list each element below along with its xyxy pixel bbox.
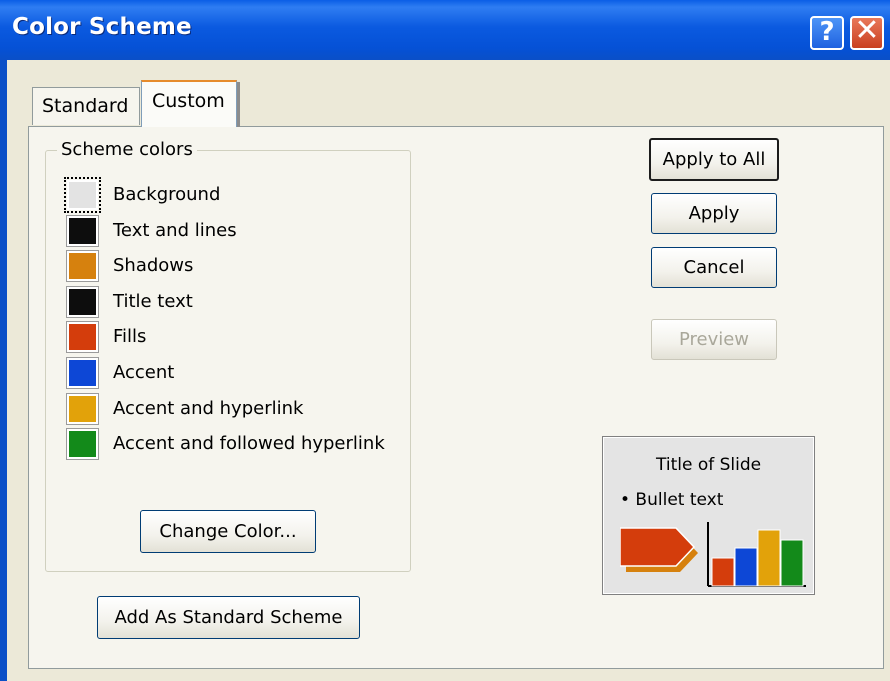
preview-bar bbox=[711, 557, 735, 587]
color-swatch-label[interactable]: Title text bbox=[113, 291, 193, 312]
tab-standard[interactable]: Standard bbox=[32, 87, 140, 125]
preview-button: Preview bbox=[651, 319, 777, 360]
color-swatch[interactable] bbox=[66, 357, 99, 389]
color-swatch-label[interactable]: Accent and hyperlink bbox=[113, 398, 303, 419]
tab-custom[interactable]: Custom bbox=[141, 80, 237, 127]
color-swatch[interactable] bbox=[66, 286, 99, 318]
color-swatch-label[interactable]: Fills bbox=[113, 326, 146, 347]
cancel-button[interactable]: Cancel bbox=[651, 247, 777, 288]
color-swatch-label[interactable]: Text and lines bbox=[113, 220, 237, 241]
preview-bullet-text: • Bullet text bbox=[620, 490, 724, 510]
color-swatch-label[interactable]: Shadows bbox=[113, 255, 193, 276]
close-button[interactable]: ✕ bbox=[850, 16, 884, 50]
color-swatch[interactable] bbox=[66, 393, 99, 425]
color-swatch[interactable] bbox=[66, 321, 99, 353]
scheme-colors-group bbox=[45, 150, 411, 572]
preview-bar bbox=[734, 547, 758, 587]
color-swatch[interactable] bbox=[66, 250, 99, 282]
help-button[interactable]: ? bbox=[810, 16, 844, 50]
window-title: Color Scheme bbox=[12, 14, 192, 40]
tab-divider bbox=[237, 82, 240, 127]
preview-bar bbox=[757, 529, 781, 587]
color-swatch[interactable] bbox=[66, 215, 99, 247]
color-swatch[interactable] bbox=[66, 428, 99, 460]
preview-slide-title: Title of Slide bbox=[656, 455, 762, 475]
color-swatch-label[interactable]: Background bbox=[113, 184, 220, 205]
scheme-colors-label: Scheme colors bbox=[57, 139, 197, 160]
title-bar: Color Scheme ? ✕ bbox=[0, 0, 890, 60]
color-swatch-label[interactable]: Accent bbox=[113, 362, 174, 383]
color-swatch-label[interactable]: Accent and followed hyperlink bbox=[113, 433, 385, 454]
apply-to-all-button[interactable]: Apply to All bbox=[649, 138, 779, 181]
add-standard-scheme-button[interactable]: Add As Standard Scheme bbox=[97, 596, 360, 639]
apply-button[interactable]: Apply bbox=[651, 193, 777, 234]
change-color-button[interactable]: Change Color... bbox=[140, 510, 316, 553]
window-frame bbox=[0, 60, 7, 681]
preview-bar bbox=[780, 539, 804, 587]
color-swatch[interactable] bbox=[64, 177, 101, 213]
preview-graphics bbox=[620, 522, 806, 587]
